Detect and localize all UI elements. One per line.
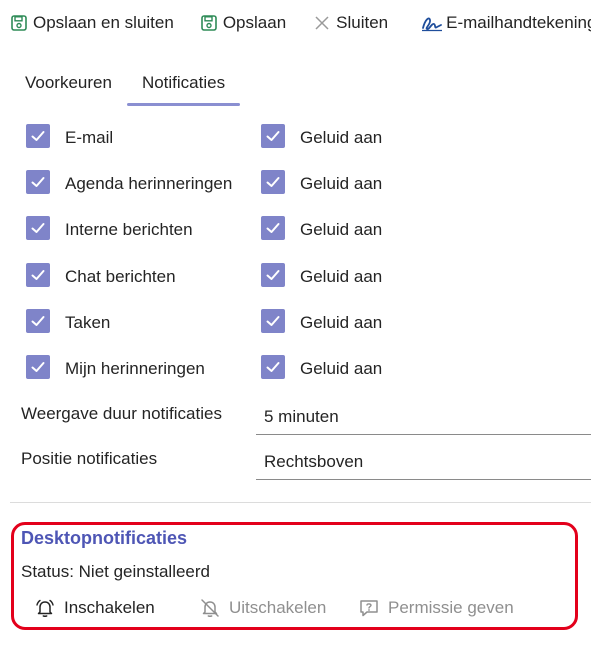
agenda-sound-checkbox[interactable]	[261, 170, 285, 194]
question-bubble-icon	[358, 597, 380, 619]
email-signature-button[interactable]: E-mailhandtekening	[421, 8, 591, 38]
save-button[interactable]: Opslaan	[200, 8, 286, 38]
bell-off-icon	[199, 597, 221, 619]
notification-row-chat: Chat berichten Geluid aan	[0, 263, 591, 297]
agenda-sound-label: Geluid aan	[300, 174, 383, 193]
enable-button[interactable]: Inschakelen	[34, 596, 155, 620]
email-sound-label: Geluid aan	[300, 128, 383, 147]
desktop-notifications-title: Desktopnotificaties	[21, 528, 188, 548]
email-signature-label: E-mailhandtekening	[446, 13, 591, 32]
checkmark-icon	[266, 270, 280, 280]
tasks-sound-label: Geluid aan	[300, 313, 383, 332]
tasks-sound-checkbox[interactable]	[261, 309, 285, 333]
agenda-reminders-checkbox[interactable]	[26, 170, 50, 194]
internal-messages-label: Interne berichten	[65, 220, 193, 239]
toolbar: Opslaan en sluiten Opslaan Sluiten E-mai…	[0, 0, 591, 46]
checkmark-icon	[31, 131, 45, 141]
checkmark-icon	[31, 316, 45, 326]
signature-icon	[421, 14, 443, 32]
tasks-checkbox[interactable]	[26, 309, 50, 333]
tab-preferences[interactable]: Voorkeuren	[10, 64, 127, 106]
save-icon	[10, 14, 28, 32]
internal-messages-checkbox[interactable]	[26, 216, 50, 240]
save-and-close-button[interactable]: Opslaan en sluiten	[10, 8, 174, 38]
notification-row-tasks: Taken Geluid aan	[0, 309, 591, 343]
checkmark-icon	[31, 270, 45, 280]
checkmark-icon	[266, 316, 280, 326]
tab-label: Notificaties	[141, 73, 226, 92]
checkmark-icon	[266, 223, 280, 233]
save-and-close-label: Opslaan en sluiten	[33, 13, 174, 32]
notification-row-my-reminders: Mijn herinneringen Geluid aan	[0, 355, 591, 389]
position-value: Rechtsboven	[264, 452, 364, 471]
my-reminders-sound-checkbox[interactable]	[261, 355, 285, 379]
tab-label: Voorkeuren	[25, 73, 112, 92]
checkmark-icon	[31, 177, 45, 187]
tab-bar: Voorkeuren Notificaties	[10, 64, 241, 106]
notification-row-internal: Interne berichten Geluid aan	[0, 216, 591, 250]
my-reminders-checkbox[interactable]	[26, 355, 50, 379]
close-label: Sluiten	[336, 13, 389, 32]
section-divider	[10, 502, 591, 503]
chat-sound-checkbox[interactable]	[261, 263, 285, 287]
my-reminders-sound-label: Geluid aan	[300, 359, 383, 378]
position-label: Positie notificaties	[21, 449, 158, 468]
email-checkbox[interactable]	[26, 124, 50, 148]
checkmark-icon	[31, 223, 45, 233]
chat-sound-label: Geluid aan	[300, 267, 383, 286]
notification-row-email: E-mail Geluid aan	[0, 124, 591, 158]
duration-value: 5 minuten	[264, 407, 339, 426]
bell-ringing-icon	[34, 597, 56, 619]
duration-select[interactable]: 5 minuten	[256, 399, 591, 435]
save-icon	[200, 14, 218, 32]
close-button[interactable]: Sluiten	[313, 8, 388, 38]
chat-messages-checkbox[interactable]	[26, 263, 50, 287]
agenda-reminders-label: Agenda herinneringen	[65, 174, 233, 193]
close-icon	[313, 14, 331, 32]
enable-label: Inschakelen	[64, 598, 155, 617]
checkmark-icon	[266, 362, 280, 372]
email-sound-checkbox[interactable]	[261, 124, 285, 148]
email-label: E-mail	[65, 128, 114, 147]
give-permission-button[interactable]: Permissie geven	[358, 596, 514, 620]
tasks-label: Taken	[65, 313, 111, 332]
disable-label: Uitschakelen	[229, 598, 327, 617]
checkmark-icon	[266, 177, 280, 187]
my-reminders-label: Mijn herinneringen	[65, 359, 205, 378]
checkmark-icon	[266, 131, 280, 141]
give-permission-label: Permissie geven	[388, 598, 514, 617]
notification-row-agenda: Agenda herinneringen Geluid aan	[0, 170, 591, 204]
internal-sound-label: Geluid aan	[300, 220, 383, 239]
desktop-notifications-status: Status: Niet geinstalleerd	[21, 562, 210, 581]
disable-button[interactable]: Uitschakelen	[199, 596, 326, 620]
internal-sound-checkbox[interactable]	[261, 216, 285, 240]
tab-notifications[interactable]: Notificaties	[126, 64, 241, 106]
save-label: Opslaan	[222, 13, 287, 32]
position-select[interactable]: Rechtsboven	[256, 444, 591, 480]
chat-messages-label: Chat berichten	[65, 267, 176, 286]
checkmark-icon	[31, 362, 45, 372]
duration-label: Weergave duur notificaties	[21, 404, 222, 423]
